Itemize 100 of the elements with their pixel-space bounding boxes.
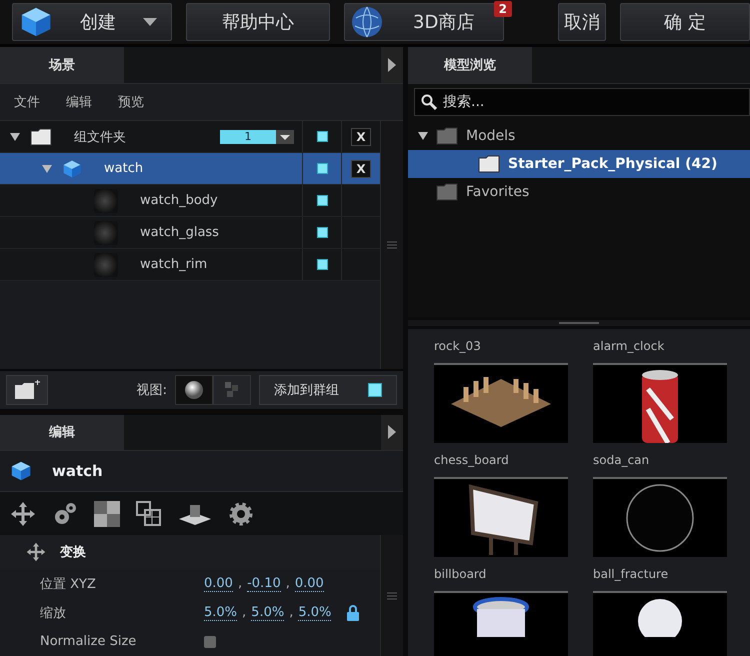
mesh-thumbnail <box>94 220 118 244</box>
scene-tree-row[interactable]: watch_body <box>0 185 380 217</box>
lock-icon[interactable] <box>347 604 360 620</box>
expand-arrow-icon[interactable] <box>418 131 428 141</box>
help-center-button[interactable]: 帮助中心 <box>186 3 330 41</box>
move-icon <box>26 542 46 562</box>
cube-icon <box>10 460 32 482</box>
panel-arrow-icon[interactable] <box>388 58 396 72</box>
value-field[interactable]: 0.00 <box>294 576 324 592</box>
object-name: watch <box>104 161 144 176</box>
visibility-checkbox[interactable] <box>316 131 328 142</box>
value-field[interactable]: 5.0% <box>298 604 332 620</box>
caret-icon <box>276 130 294 144</box>
model-folder-row[interactable]: Favorites <box>408 178 750 206</box>
material-checker-icon[interactable] <box>94 500 120 527</box>
expand-arrow-icon[interactable] <box>10 132 20 142</box>
scene-tab[interactable]: 场景 <box>0 47 124 83</box>
object-name: watch_body <box>140 193 218 208</box>
add-to-group-checkbox[interactable] <box>368 383 382 397</box>
sphere-drawing[interactable] <box>625 483 695 553</box>
caret-icon <box>143 18 157 26</box>
separator-comma: , <box>289 605 294 620</box>
property-label: Normalize Size <box>40 634 138 649</box>
gears-icon[interactable] <box>52 500 78 527</box>
delete-button[interactable]: X <box>351 160 371 178</box>
scene-tree-row[interactable]: watch X <box>0 153 380 185</box>
cancel-button[interactable]: 取消 <box>558 3 606 41</box>
model-browser-tab[interactable]: 模型浏览 <box>408 47 532 83</box>
object-name: watch_rim <box>140 257 208 272</box>
splitter-handle[interactable] <box>559 322 599 324</box>
model-folder-row[interactable]: Starter_Pack_Physical (42) <box>408 150 750 178</box>
layer-dropdown[interactable]: 1 <box>220 130 294 144</box>
layer-number: 1 <box>220 130 276 144</box>
separator-comma: , <box>286 576 290 591</box>
section-title: 变换 <box>60 544 86 561</box>
mesh-thumbnail <box>94 252 118 276</box>
property-label: 位置 XYZ <box>40 576 97 592</box>
view-mode-button[interactable] <box>175 375 213 405</box>
scene-tree-row[interactable]: watch_rim <box>0 249 380 281</box>
model-name: alarm_clock <box>593 338 666 355</box>
globe-icon <box>351 6 383 38</box>
value-field[interactable]: 5.0% <box>251 604 284 620</box>
folder-name: Starter_Pack_Physical (42) <box>508 156 718 172</box>
object-name: watch <box>52 462 103 480</box>
checkbox[interactable] <box>204 636 216 648</box>
add-to-group-button[interactable]: 添加到群组 <box>259 375 397 405</box>
model-name: soda_can <box>593 453 650 467</box>
move-icon[interactable] <box>10 500 36 527</box>
edit-tab[interactable]: 编辑 <box>0 415 124 450</box>
mesh-thumbnail <box>94 188 118 212</box>
new-folder-button[interactable] <box>6 375 48 405</box>
visibility-checkbox[interactable] <box>316 259 328 270</box>
panel-arrow-icon[interactable] <box>388 425 396 440</box>
visibility-checkbox[interactable] <box>316 163 328 174</box>
settings-icon[interactable] <box>228 500 254 527</box>
model-name: chess_board <box>434 453 509 467</box>
model-name: ball_fracture <box>593 567 668 581</box>
scene-tree-row[interactable]: 组文件夹 1 X <box>0 121 380 153</box>
menu-item[interactable]: 预览 <box>118 93 144 111</box>
search-icon <box>421 94 437 110</box>
scroll-grip-icon[interactable] <box>387 240 397 250</box>
menu-item[interactable]: 文件 <box>14 93 40 111</box>
search-field[interactable]: 搜索... <box>443 91 743 113</box>
model-name: rock_03 <box>434 338 482 355</box>
folder-name: Favorites <box>466 184 530 200</box>
folder-icon <box>436 127 458 145</box>
search-box[interactable]: 搜索... <box>414 88 750 116</box>
ok-button[interactable]: 确 定 <box>620 3 750 41</box>
create-button[interactable]: 创建 <box>12 3 172 41</box>
paint-bucket-drawing[interactable] <box>471 597 531 637</box>
cube-icon <box>19 5 53 39</box>
value-field[interactable]: 0.00 <box>204 576 233 592</box>
delete-button[interactable]: X <box>351 128 371 146</box>
folder-plus-icon <box>14 380 40 400</box>
separator-comma: , <box>242 605 246 620</box>
folder-icon <box>436 183 458 201</box>
value-field[interactable]: 5.0% <box>204 604 238 620</box>
scroll-grip-icon[interactable] <box>387 590 397 600</box>
folder-icon <box>30 128 52 146</box>
visibility-checkbox[interactable] <box>316 195 328 206</box>
property-label: 缩放 <box>40 604 67 622</box>
folder-name: Models <box>466 128 516 144</box>
visibility-checkbox[interactable] <box>316 227 328 238</box>
object-name: 组文件夹 <box>74 128 126 146</box>
menu-item[interactable]: 编辑 <box>66 93 92 111</box>
notification-badge: 2 <box>494 1 512 17</box>
model-folder-row[interactable]: Models <box>408 122 750 150</box>
value-field[interactable]: -0.10 <box>247 576 281 592</box>
folder-icon <box>478 155 500 173</box>
light-bulb-drawing[interactable] <box>635 597 685 637</box>
bounding-box-icon[interactable] <box>136 500 162 527</box>
scene-tree-row[interactable]: watch_glass <box>0 217 380 249</box>
cubes-icon <box>224 381 240 399</box>
view-label: 视图: <box>136 382 167 399</box>
object-name: watch_glass <box>140 225 219 240</box>
model-name: billboard <box>434 567 486 581</box>
sphere-icon <box>185 381 203 399</box>
soda-can-drawing[interactable] <box>640 369 680 443</box>
separator-comma: , <box>238 576 242 591</box>
cube-icon <box>62 158 82 178</box>
